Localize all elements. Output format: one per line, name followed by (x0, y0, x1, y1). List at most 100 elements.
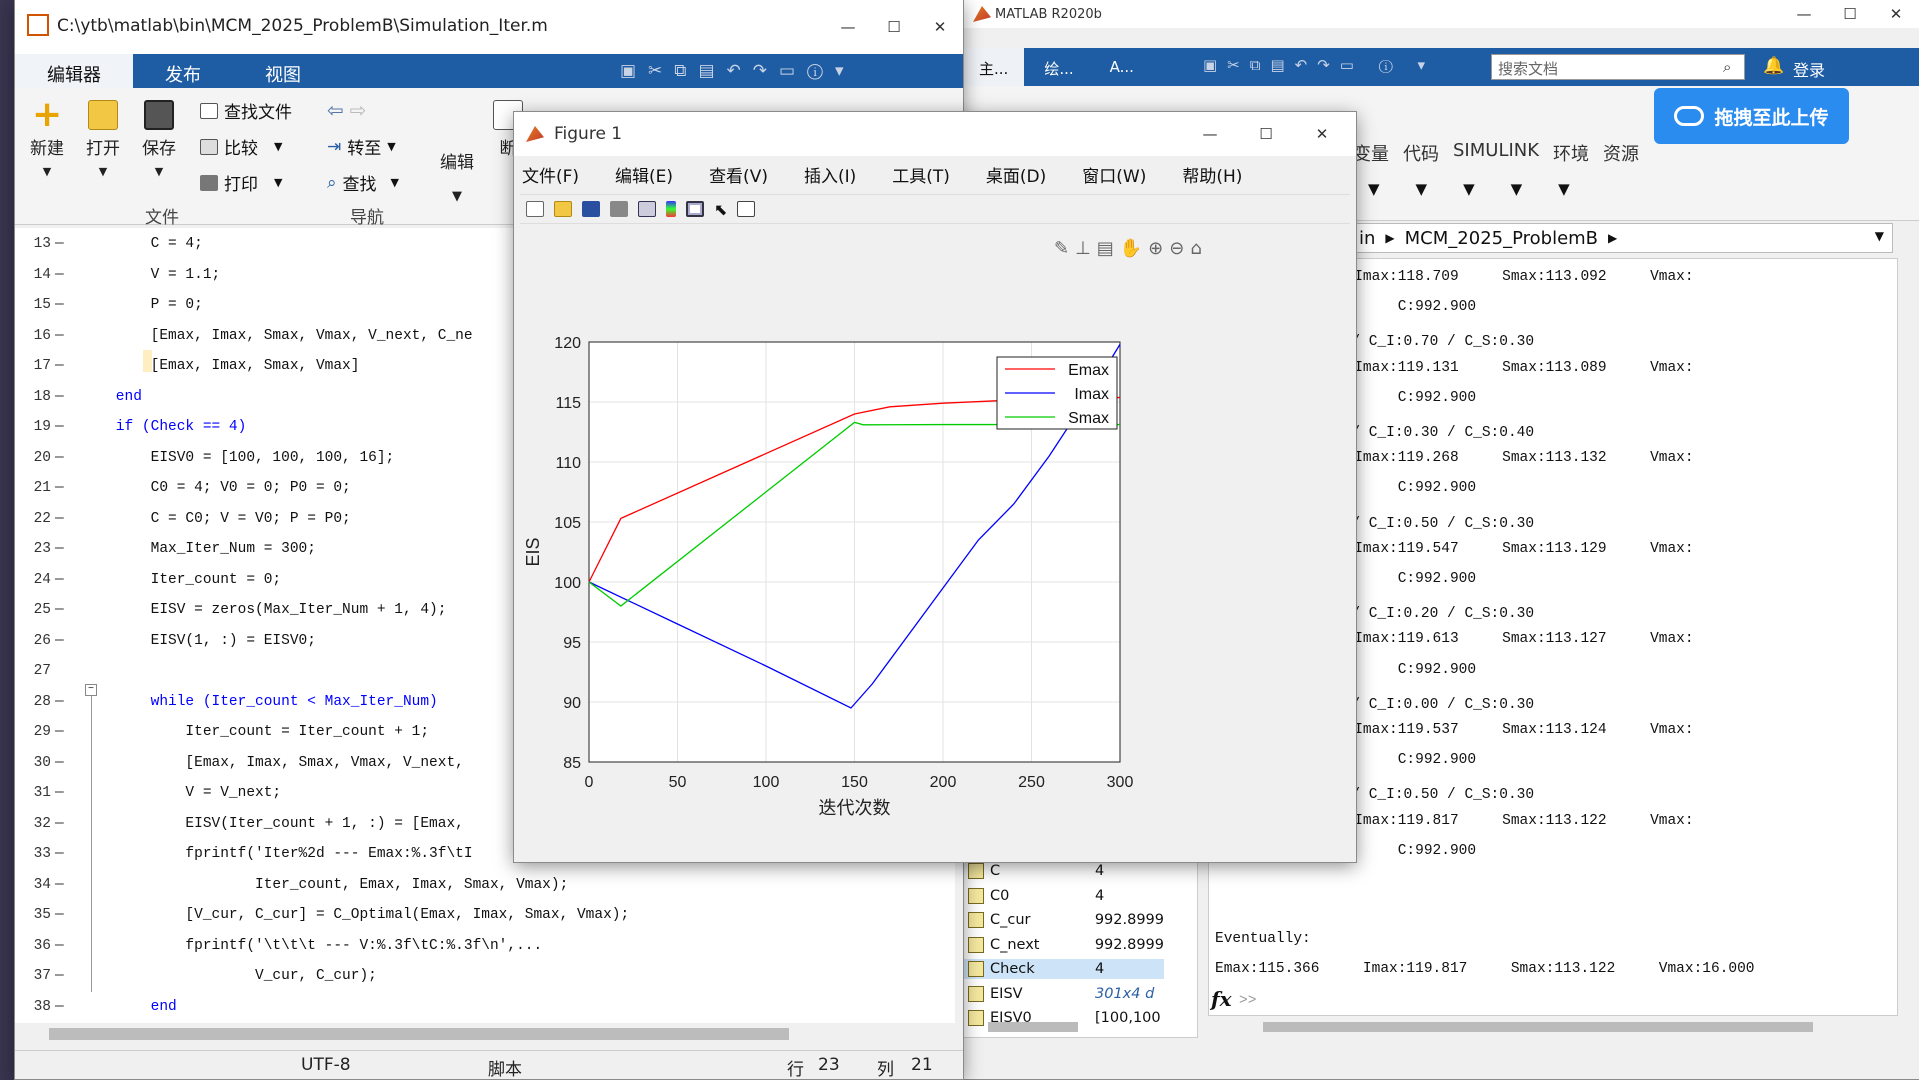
ribbon-code[interactable]: 代码 (1403, 140, 1439, 166)
edit-button[interactable]: 编辑 ▼ (440, 148, 474, 204)
find-files-button[interactable]: 查找文件 (200, 98, 292, 123)
code-line[interactable]: V = V_next; (81, 785, 281, 801)
open-button[interactable]: 打开 ▼ (83, 100, 123, 178)
code-line[interactable]: EISV0 = [100, 100, 100, 16]; (81, 450, 395, 466)
code-line[interactable]: C = C0; V = V0; P = P0; (81, 511, 351, 527)
tab-apps[interactable]: A... (1094, 48, 1150, 86)
code-line[interactable]: C = 4; (81, 236, 203, 252)
code-line[interactable]: EISV = zeros(Max_Iter_Num + 1, 4); (81, 602, 447, 618)
colorbar-icon[interactable] (666, 201, 676, 217)
property-editor-icon[interactable] (737, 201, 756, 217)
variable-icon (968, 887, 984, 904)
figure-menu-bar: 文件(F) 编辑(E) 查看(V) 插入(I) 工具(T) 桌面(D) 窗口(W… (522, 162, 1260, 187)
menu-file[interactable]: 文件(F) (522, 162, 579, 187)
line-dash: — (55, 937, 64, 954)
code-line[interactable]: [Emax, Imax, Smax, Vmax, V_next, (81, 755, 463, 771)
breadcrumb-folder[interactable]: MCM_2025_ProblemB (1405, 228, 1598, 249)
bell-icon[interactable]: 🔔 (1763, 56, 1784, 76)
minimize-button[interactable]: — (1781, 0, 1827, 28)
tab-view[interactable]: 视图 (233, 54, 333, 88)
workspace-row[interactable]: C_cur 992.8999 (964, 910, 1164, 930)
save-button[interactable]: 保存 ▼ (139, 100, 179, 178)
goto-button[interactable]: ⇥ 转至 ▼ (327, 134, 396, 160)
tab-home[interactable]: 主... (963, 48, 1025, 86)
code-line[interactable]: fprintf('Iter%2d --- Emax:%.3f\tI (81, 846, 472, 862)
editor-hscrollbar[interactable] (49, 1028, 789, 1040)
upload-button[interactable]: 拖拽至此上传 (1654, 88, 1849, 144)
print-icon[interactable] (610, 201, 628, 217)
address-dropdown-icon[interactable]: ▼ (1875, 229, 1884, 243)
close-button[interactable]: ✕ (1294, 120, 1350, 148)
code-line[interactable]: Iter_count = Iter_count + 1; (81, 724, 429, 740)
find-button[interactable]: ⌕ 查找 ▼ (327, 170, 399, 196)
code-line[interactable]: if (Check == 4) (81, 419, 247, 435)
search-docs-input[interactable]: 搜索文档 (1491, 54, 1745, 80)
code-line[interactable]: V = 1.1; (81, 267, 221, 283)
code-line[interactable]: while (Iter_count < Max_Iter_Num) (81, 694, 438, 710)
code-line[interactable]: Iter_count = 0; (81, 572, 282, 588)
code-line[interactable]: end (81, 389, 142, 405)
maximize-button[interactable]: ☐ (1827, 0, 1873, 28)
ribbon-environment[interactable]: 环境 (1553, 140, 1589, 166)
workspace-row[interactable]: Check 4 (964, 959, 1164, 979)
ribbon-simulink[interactable]: SIMULINK (1453, 140, 1539, 166)
code-line[interactable]: [Emax, Imax, Smax, Vmax, V_next, C_ne (81, 328, 473, 344)
menu-desktop[interactable]: 桌面(D) (986, 162, 1046, 187)
maximize-button[interactable]: ☐ (871, 13, 917, 41)
menu-help[interactable]: 帮助(H) (1182, 162, 1242, 187)
search-icon[interactable]: ⌕ (1723, 58, 1731, 76)
new-button[interactable]: + 新建 ▼ (27, 97, 67, 179)
workspace-row[interactable]: EISV 301x4 d (964, 984, 1164, 1004)
line-dash: — (55, 632, 64, 649)
tab-publish[interactable]: 发布 (133, 54, 233, 88)
code-line[interactable]: [Emax, Imax, Smax, Vmax] (81, 358, 360, 374)
compare-button[interactable]: 比较 ▼ (200, 134, 282, 159)
code-line[interactable]: V_cur, C_cur); (81, 968, 377, 984)
minimize-button[interactable]: — (825, 13, 871, 41)
ribbon-variable[interactable]: 变量 (1353, 140, 1389, 166)
pointer-icon[interactable]: ⬉ (714, 200, 727, 219)
code-line[interactable]: C0 = 4; V0 = 0; P0 = 0; (81, 480, 351, 496)
print-button[interactable]: 打印 ▼ (200, 170, 282, 195)
close-button[interactable]: ✕ (917, 13, 963, 41)
close-button[interactable]: ✕ (1873, 0, 1919, 28)
workspace-row[interactable]: C4 (964, 861, 1164, 881)
menu-view[interactable]: 查看(V) (709, 162, 768, 187)
open-file-icon[interactable] (554, 201, 572, 217)
maximize-button[interactable]: ☐ (1238, 120, 1294, 148)
menu-insert[interactable]: 插入(I) (804, 162, 856, 187)
code-line[interactable]: Max_Iter_Num = 300; (81, 541, 316, 557)
code-line[interactable]: fprintf('\t\t\t --- V:%.3f\tC:%.3f\n',..… (81, 938, 542, 954)
code-line[interactable]: P = 0; (81, 297, 203, 313)
link-plot-icon[interactable] (638, 201, 656, 217)
code-line[interactable]: end (81, 999, 177, 1015)
save-icon[interactable] (582, 201, 600, 217)
tab-editor[interactable]: 编辑器 (15, 54, 133, 88)
menu-tools[interactable]: 工具(T) (892, 162, 950, 187)
workspace-row[interactable]: C0 4 (964, 886, 1164, 906)
code-line[interactable]: EISV(1, :) = EISV0; (81, 633, 316, 649)
fx-icon[interactable]: fx (1211, 987, 1232, 1011)
new-figure-icon[interactable] (526, 201, 544, 217)
breadcrumb-in[interactable]: in (1359, 228, 1375, 249)
code-line[interactable]: Iter_count, Emax, Imax, Smax, Vmax); (81, 877, 568, 893)
code-line[interactable]: EISV(Iter_count + 1, :) = [Emax, (81, 816, 463, 832)
ribbon-resources[interactable]: 资源 (1603, 140, 1639, 166)
quick-access-toolbar: ▣✂⧉▤↶↷▭ⓘ▾ (620, 61, 856, 81)
code-line[interactable]: [V_cur, C_cur] = C_Optimal(Emax, Imax, S… (81, 907, 629, 923)
command-prompt[interactable]: >> (1239, 993, 1256, 1009)
menu-window[interactable]: 窗口(W) (1082, 162, 1146, 187)
menu-edit[interactable]: 编辑(E) (615, 162, 673, 187)
legend-icon[interactable] (686, 201, 704, 217)
tab-plots[interactable]: 绘... (1024, 48, 1093, 86)
workspace-row[interactable]: C_next 992.8999 (964, 935, 1164, 955)
x-tick-label: 100 (753, 774, 780, 791)
nav-arrows[interactable]: ⇦ ⇨ (327, 98, 367, 122)
matlab-titlebar: MATLAB R2020b — ☐ ✕ (963, 0, 1919, 28)
col-label: 列 (877, 1060, 894, 1080)
fold-toggle-icon[interactable]: − (85, 684, 97, 696)
workspace-scrollbar[interactable] (988, 1022, 1078, 1032)
cmd-scrollbar[interactable] (1263, 1022, 1813, 1032)
minimize-button[interactable]: — (1182, 120, 1238, 148)
login-button[interactable]: 登录 (1793, 57, 1825, 81)
